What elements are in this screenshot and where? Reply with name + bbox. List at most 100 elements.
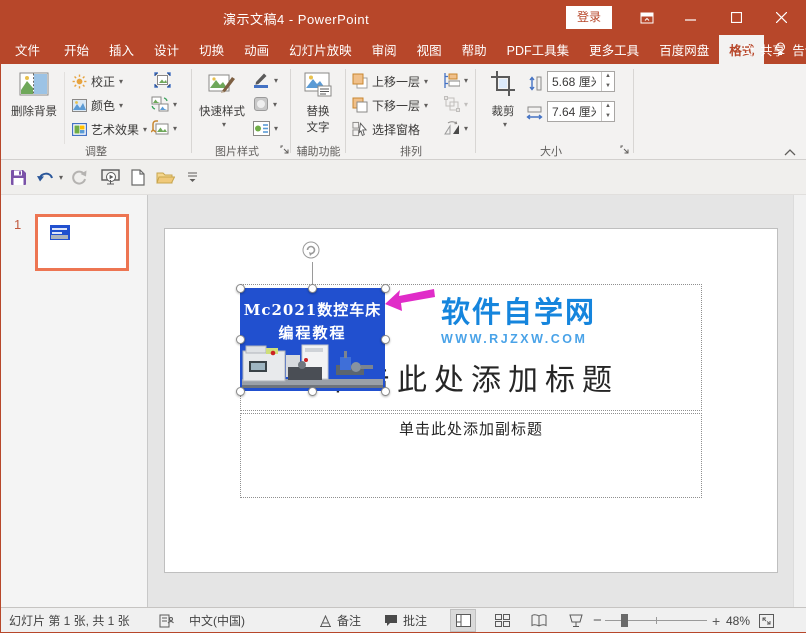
resize-handle-bottom-left[interactable] — [236, 387, 245, 396]
title-bar: 演示文稿4 - PowerPoint 登录 — [1, 0, 806, 35]
artistic-effects-button[interactable]: 艺术效果▾ — [71, 119, 147, 139]
slide-sorter-view-button[interactable] — [489, 609, 515, 632]
picture-effects-icon — [253, 96, 269, 112]
resize-handle-bottom-center[interactable] — [308, 387, 317, 396]
shape-height-field[interactable]: ▲▼ — [547, 71, 615, 92]
resize-handle-middle-left[interactable] — [236, 335, 245, 344]
slide-editor-area: 单击此处添加标题 单击此处添加副标题 软件自学网 WWW.RJZXW.COM M… — [148, 195, 793, 607]
resize-handle-middle-right[interactable] — [381, 335, 390, 344]
zoom-slider-thumb[interactable] — [621, 614, 628, 627]
tab-animations[interactable]: 动画 — [234, 35, 279, 64]
corrections-button[interactable]: 校正▾ — [71, 71, 123, 91]
compress-picture-button[interactable] — [154, 70, 171, 90]
resize-handle-top-left[interactable] — [236, 284, 245, 293]
picture-border-button[interactable]: ▾ — [253, 70, 278, 90]
tab-slideshow[interactable]: 幻灯片放映 — [279, 35, 362, 64]
tab-baidu-pan[interactable]: 百度网盘 — [649, 35, 719, 64]
fit-slide-to-window-button[interactable] — [759, 608, 774, 633]
shape-width-input[interactable] — [548, 105, 596, 119]
bring-forward-button[interactable]: 上移一层▾ — [352, 71, 428, 91]
slideshow-view-button[interactable] — [563, 609, 589, 632]
spinner-up-icon[interactable]: ▲ — [602, 102, 614, 112]
tab-home[interactable]: 开始 — [54, 35, 99, 64]
tab-design[interactable]: 设计 — [144, 35, 189, 64]
tab-more-tools[interactable]: 更多工具 — [579, 35, 649, 64]
zoom-out-button[interactable]: − — [593, 608, 602, 633]
comments-button[interactable]: 批注 — [384, 608, 427, 633]
normal-view-button[interactable] — [450, 609, 476, 632]
reset-picture-button[interactable]: ▾ — [151, 118, 177, 138]
send-backward-button[interactable]: 下移一层▾ — [352, 95, 428, 115]
minimize-button[interactable] — [670, 0, 710, 35]
dropdown-arrow-icon: ▾ — [503, 120, 507, 129]
rotation-handle[interactable] — [302, 241, 320, 264]
align-objects-icon — [444, 73, 460, 88]
new-document-button[interactable] — [131, 167, 145, 187]
maximize-icon — [731, 12, 742, 23]
dropdown-arrow-icon: ▾ — [464, 124, 468, 133]
tab-transitions[interactable]: 切换 — [189, 35, 234, 64]
selection-pane-button[interactable]: 选择窗格 — [352, 119, 420, 139]
tab-share[interactable]: 共享 — [741, 35, 785, 64]
accessibility-check-button[interactable] — [159, 608, 174, 633]
align-objects-button[interactable]: ▾ — [444, 70, 468, 90]
picture-layout-button[interactable]: ▾ — [253, 118, 278, 138]
resize-handle-bottom-right[interactable] — [381, 387, 390, 396]
close-icon — [776, 12, 787, 23]
tab-insert[interactable]: 插入 — [99, 35, 144, 64]
start-slideshow-icon — [101, 169, 120, 185]
start-from-beginning-button[interactable] — [101, 167, 120, 187]
spinner-up-icon[interactable]: ▲ — [602, 72, 614, 82]
collapse-ribbon-icon — [784, 148, 796, 156]
slide-canvas[interactable]: 单击此处添加标题 单击此处添加副标题 软件自学网 WWW.RJZXW.COM M… — [164, 228, 778, 573]
collapse-ribbon-button[interactable] — [784, 142, 796, 162]
window-title: 演示文稿4 - PowerPoint — [223, 9, 369, 28]
zoom-in-button[interactable]: + — [712, 608, 720, 633]
save-button[interactable] — [10, 167, 27, 187]
alt-text-button[interactable]: 替换 文字 — [296, 68, 340, 135]
zoom-level[interactable]: 48% — [726, 608, 750, 633]
slide-1-thumbnail[interactable] — [35, 214, 129, 271]
dropdown-arrow-icon: ▾ — [424, 77, 428, 86]
tab-review[interactable]: 审阅 — [362, 35, 407, 64]
notes-button[interactable]: 备注 — [319, 608, 361, 633]
crop-button[interactable]: 裁剪 ▾ — [482, 68, 524, 129]
customize-qat-button[interactable] — [187, 167, 198, 187]
artistic-effects-icon — [71, 123, 87, 136]
open-folder-button[interactable] — [156, 167, 175, 187]
shape-height-input[interactable] — [548, 75, 596, 89]
subtitle-placeholder-text: 单击此处添加副标题 — [241, 418, 701, 439]
remove-background-button[interactable]: 删除背景 — [7, 68, 61, 119]
login-button[interactable]: 登录 — [566, 6, 612, 29]
undo-button[interactable]: ▾ — [37, 167, 63, 187]
subtitle-placeholder[interactable]: 单击此处添加副标题 — [240, 413, 702, 498]
close-button[interactable] — [761, 0, 801, 35]
spinner-down-icon[interactable]: ▼ — [602, 112, 614, 122]
language-status[interactable]: 中文(中国) — [189, 608, 245, 633]
tab-view[interactable]: 视图 — [407, 35, 452, 64]
maximize-button[interactable] — [716, 0, 756, 35]
slide-count-status[interactable]: 幻灯片 第 1 张, 共 1 张 — [9, 608, 130, 633]
picture-effects-button[interactable]: ▾ — [253, 94, 277, 114]
open-folder-icon — [156, 170, 175, 185]
shape-height-spinner[interactable]: ▲▼ — [601, 72, 614, 91]
reading-view-button[interactable] — [526, 609, 552, 632]
selected-picture[interactable]: Mc2021数控车床 编程教程 — [240, 288, 385, 391]
resize-handle-top-center[interactable] — [308, 284, 317, 293]
tab-help[interactable]: 帮助 — [452, 35, 497, 64]
ribbon-display-options-button[interactable] — [627, 0, 667, 35]
tab-file[interactable]: 文件 — [1, 35, 54, 64]
quick-styles-button[interactable]: 快速样式 ▾ — [197, 68, 247, 129]
color-picture-icon — [71, 99, 87, 112]
shape-width-spinner[interactable]: ▲▼ — [601, 102, 614, 121]
spinner-down-icon[interactable]: ▼ — [602, 82, 614, 92]
picture-styles-dialog-launcher[interactable] — [280, 145, 290, 155]
size-dialog-launcher[interactable] — [620, 145, 630, 155]
change-picture-button[interactable]: ▾ — [151, 94, 177, 114]
color-button[interactable]: 颜色▾ — [71, 95, 123, 115]
vertical-scrollbar[interactable] — [793, 195, 806, 607]
tab-pdf-tools[interactable]: PDF工具集 — [497, 35, 580, 64]
rotate-objects-button[interactable]: ▾ — [444, 118, 468, 138]
shape-width-field[interactable]: ▲▼ — [547, 101, 615, 122]
group-label-adjust: 调整 — [1, 143, 191, 159]
